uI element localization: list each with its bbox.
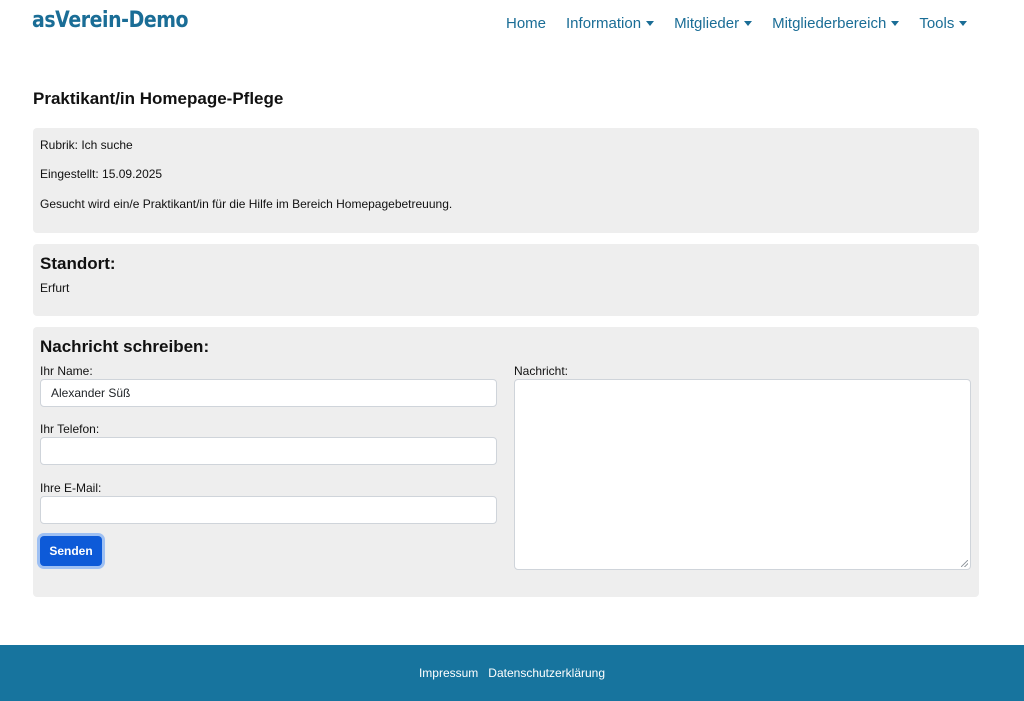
standort-value: Erfurt [40,281,70,295]
phone-label: Ihr Telefon: [40,422,100,436]
standort-card: Standort: Erfurt [33,244,979,316]
message-heading: Nachricht schreiben: [40,337,210,356]
rubrik-text: Rubrik: Ich suche [40,138,133,152]
navbar: asVerein-Demo Home Information Mitgliede… [0,0,1024,50]
caret-down-icon [744,21,753,26]
name-input[interactable] [40,379,497,407]
main-nav: Home Information Mitglieder Mitgliederbe… [506,15,968,32]
message-label: Nachricht: [514,364,569,378]
email-label: Ihre E-Mail: [40,481,102,495]
message-textarea[interactable] [514,379,971,570]
email-input[interactable] [40,496,497,524]
nav-item-mitgliederbereich[interactable]: Mitgliederbereich [772,15,900,32]
nav-label: Home [506,15,547,32]
message-card: Nachricht schreiben: Ihr Name: Ihr Telef… [33,327,979,597]
phone-input[interactable] [40,437,497,465]
caret-down-icon [959,21,968,26]
nav-item-information[interactable]: Information [566,15,655,32]
nav-label: Tools [919,15,955,32]
footer: Impressum Datenschutzerklärung [0,645,1024,701]
name-label: Ihr Name: [40,364,93,378]
caret-down-icon [891,21,900,26]
nav-item-mitglieder[interactable]: Mitglieder [674,15,753,32]
standort-heading: Standort: [40,254,116,273]
nav-label: Mitgliederbereich [772,15,887,32]
nav-label: Information [566,15,642,32]
nav-label: Mitglieder [674,15,740,32]
send-button[interactable]: Senden [40,536,102,566]
brand-logo[interactable]: asVerein-Demo [32,8,189,33]
nav-item-tools[interactable]: Tools [919,15,968,32]
impressum-link[interactable]: Impressum [419,666,478,680]
resize-handle-icon[interactable] [961,560,968,567]
eingestellt-text: Eingestellt: 15.09.2025 [40,167,163,181]
nav-item-home[interactable]: Home [506,15,546,32]
send-button-label: Senden [49,544,93,558]
datenschutz-link[interactable]: Datenschutzerklärung [488,666,605,680]
info-card: Rubrik: Ich suche Eingestellt: 15.09.202… [33,128,979,233]
caret-down-icon [646,21,655,26]
page-title: Praktikant/in Homepage-Pflege [33,89,284,108]
description-text: Gesucht wird ein/e Praktikant/in für die… [40,197,453,211]
